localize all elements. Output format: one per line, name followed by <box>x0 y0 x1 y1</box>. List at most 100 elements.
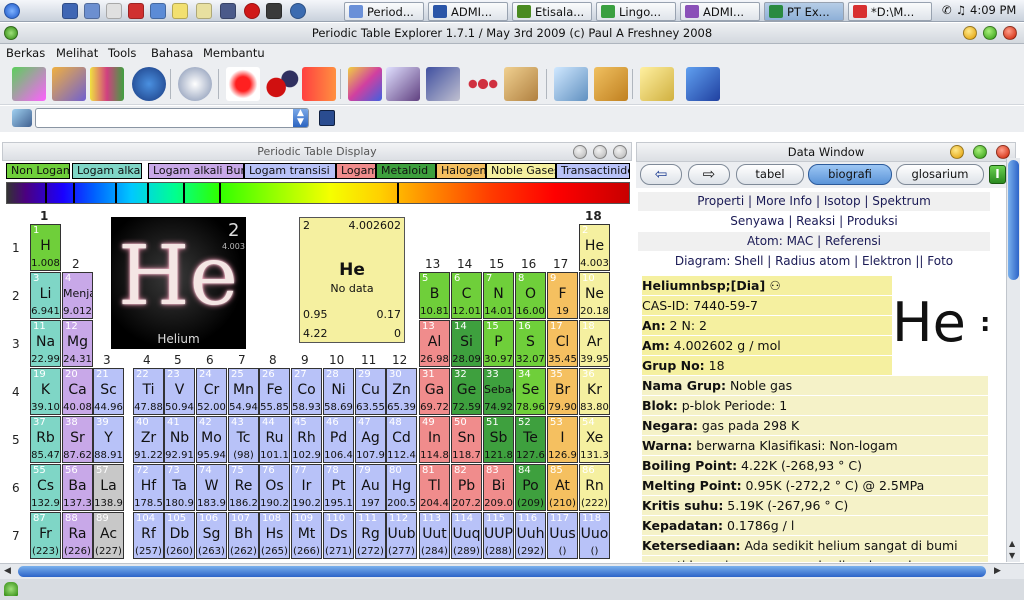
panel-maximize-button[interactable] <box>593 145 607 159</box>
element-cell[interactable]: 36 Kr 83.80 <box>579 368 610 415</box>
legend-item[interactable]: Non Logam <box>6 163 70 179</box>
scroll-up-arrow-icon[interactable]: ▲ <box>1009 539 1015 548</box>
element-cell[interactable]: 50 Sn 118.7 <box>451 416 482 463</box>
horizontal-scrollbar[interactable]: ◀ ▶ <box>0 563 1024 579</box>
data-window-maximize-button[interactable] <box>973 145 987 159</box>
element-cell[interactable]: 118 Uuo () <box>579 512 610 559</box>
lattice-icon[interactable] <box>466 67 500 101</box>
element-cell[interactable]: 11 Na 22.99 <box>30 320 61 367</box>
element-cell[interactable]: 117 Uus () <box>547 512 578 559</box>
element-combo[interactable]: ▲ ▼ <box>35 108 309 128</box>
maximize-button[interactable] <box>983 26 997 40</box>
element-cell[interactable]: 41 Nb 92.91 <box>164 416 195 463</box>
globe-icon[interactable] <box>132 67 166 101</box>
element-cell[interactable]: 113 Uut (284) <box>419 512 450 559</box>
element-cell[interactable]: 12 Mg 24.31 <box>62 320 93 367</box>
element-cell[interactable]: 29 Cu 63.55 <box>355 368 386 415</box>
element-cell[interactable]: 75 Re 186.2 <box>228 464 259 511</box>
window-titlebar[interactable]: Periodic Table Explorer 1.7.1 / May 3rd … <box>0 23 1024 44</box>
element-cell[interactable]: 89 Ac (227) <box>93 512 124 559</box>
atom-icon[interactable] <box>226 67 260 101</box>
element-cell[interactable]: 30 Zn 65.39 <box>386 368 417 415</box>
data-link-row[interactable]: Properti | More Info | Isotop | Spektrum <box>638 192 990 211</box>
data-window-close-button[interactable] <box>996 145 1010 159</box>
panel-close-button[interactable] <box>613 145 627 159</box>
scroll-right-arrow-icon[interactable]: ▶ <box>994 566 1001 576</box>
media-icon[interactable] <box>266 3 282 19</box>
data-link-row[interactable]: Senyawa | Reaksi | Produksi <box>638 212 990 231</box>
element-cell[interactable]: 14 Si 28.09 <box>451 320 482 367</box>
task-d-drive[interactable]: *D:\M... <box>848 2 932 21</box>
volume-icon[interactable]: ♫ <box>956 3 966 17</box>
element-cell[interactable]: 35 Br 79.90 <box>547 368 578 415</box>
browser-icon[interactable] <box>290 3 306 19</box>
element-cell[interactable]: 55 Cs 132.9 <box>30 464 61 511</box>
mail-icon[interactable] <box>150 3 166 19</box>
element-cell[interactable]: 79 Au 197 <box>355 464 386 511</box>
notes-icon[interactable] <box>640 67 674 101</box>
element-cell[interactable]: 2 He 4.003 <box>579 224 610 271</box>
element-cell[interactable]: 20 Ca 40.08 <box>62 368 93 415</box>
info-icon[interactable]: I <box>989 165 1006 184</box>
task-pt-explorer[interactable]: PT Ex... <box>764 2 844 21</box>
task-admin-1[interactable]: ADMI... <box>428 2 508 21</box>
legend-item[interactable]: Halogen <box>436 163 486 179</box>
element-cell[interactable]: 88 Ra (226) <box>62 512 93 559</box>
menu-membantu[interactable]: Membantu <box>203 46 265 60</box>
opera-icon[interactable] <box>244 3 260 19</box>
legend-item[interactable]: Logam transisi <box>244 163 336 179</box>
element-cell[interactable]: 7 N 14.01 <box>483 272 514 319</box>
element-cell[interactable]: 6 C 12.01 <box>451 272 482 319</box>
menu-tools[interactable]: Tools <box>108 46 136 60</box>
forward-button[interactable]: ⇨ <box>688 164 730 185</box>
element-cell[interactable]: 52 Te 127.6 <box>515 416 546 463</box>
element-cell[interactable]: 114 Uuq (289) <box>451 512 482 559</box>
element-cell[interactable]: 108 Hs (265) <box>259 512 290 559</box>
element-info-box[interactable]: 2 4.002602 He No data 0.95 0.17 4.22 0 <box>299 217 405 343</box>
element-cell[interactable]: 19 K 39.10 <box>30 368 61 415</box>
element-cell[interactable]: 45 Rh 102.9 <box>291 416 322 463</box>
element-cell[interactable]: 72 Hf 178.5 <box>133 464 164 511</box>
element-cell[interactable]: 57 La 138.9 <box>93 464 124 511</box>
panel-minimize-button[interactable] <box>573 145 587 159</box>
legend-item[interactable]: Logam <box>336 163 376 179</box>
menu-melihat[interactable]: Melihat <box>56 46 98 60</box>
task-lingo[interactable]: Lingo... <box>596 2 676 21</box>
element-cell[interactable]: 25 Mn 54.94 <box>228 368 259 415</box>
element-cell[interactable]: 34 Se 78.96 <box>515 368 546 415</box>
close-button[interactable] <box>1003 26 1017 40</box>
element-cell[interactable]: 17 Cl 35.45 <box>547 320 578 367</box>
element-cell[interactable]: 74 W 183.9 <box>196 464 227 511</box>
apple-menu-icon[interactable] <box>4 3 20 19</box>
element-cell[interactable]: 46 Pd 106.4 <box>323 416 354 463</box>
film-icon[interactable] <box>426 67 460 101</box>
bars-icon[interactable] <box>302 67 336 101</box>
tab-biografi[interactable]: biografi <box>808 164 892 185</box>
element-cell[interactable]: 43 Tc (98) <box>228 416 259 463</box>
folder-open-icon[interactable] <box>504 67 538 101</box>
element-cell[interactable]: 21 Sc 44.96 <box>93 368 124 415</box>
help-book-icon[interactable] <box>686 67 720 101</box>
element-cell[interactable]: 47 Ag 107.9 <box>355 416 386 463</box>
element-cell[interactable]: 73 Ta 180.9 <box>164 464 195 511</box>
element-cell[interactable]: 115 UUP (288) <box>483 512 514 559</box>
element-cell[interactable]: 112 Uub (277) <box>386 512 417 559</box>
element-cell[interactable]: 22 Ti 47.88 <box>133 368 164 415</box>
element-cell[interactable]: 3 Li 6.941 <box>30 272 61 319</box>
element-cell[interactable]: 78 Pt 195.1 <box>323 464 354 511</box>
element-cell[interactable]: 10 Ne 20.18 <box>579 272 610 319</box>
element-cell[interactable]: 27 Co 58.93 <box>291 368 322 415</box>
element-cell[interactable]: 56 Ba 137.3 <box>62 464 93 511</box>
element-cell[interactable]: 82 Pb 207.2 <box>451 464 482 511</box>
element-cell[interactable]: 106 Sg (263) <box>196 512 227 559</box>
element-cell[interactable]: 26 Fe 55.85 <box>259 368 290 415</box>
element-cell[interactable]: 76 Os 190.2 <box>259 464 290 511</box>
element-cell[interactable]: 42 Mo 95.94 <box>196 416 227 463</box>
element-cell[interactable]: 8 O 16.00 <box>515 272 546 319</box>
edit-icon[interactable] <box>386 67 420 101</box>
window-icon[interactable] <box>62 3 78 19</box>
data-link-row[interactable]: Diagram: Shell | Radius atom | Elektron … <box>638 252 990 271</box>
task-periodic[interactable]: Period... <box>344 2 424 21</box>
element-cell[interactable]: 16 S 32.07 <box>515 320 546 367</box>
element-cell[interactable]: 9 F 19 <box>547 272 578 319</box>
